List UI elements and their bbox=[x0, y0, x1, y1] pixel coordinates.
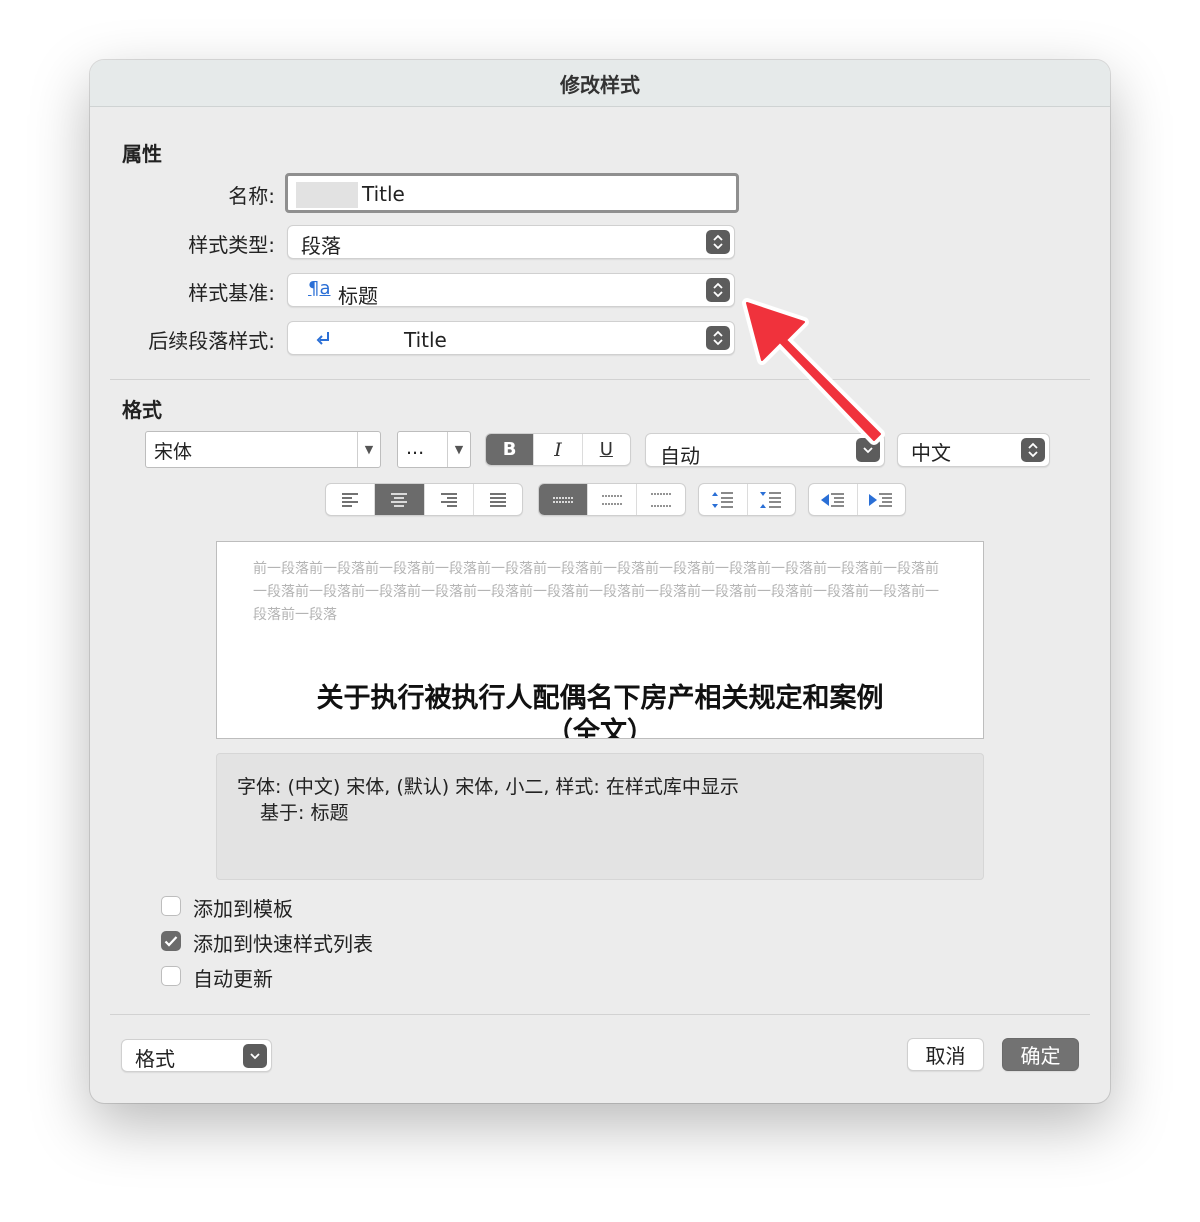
annotation-arrow bbox=[742, 298, 885, 445]
